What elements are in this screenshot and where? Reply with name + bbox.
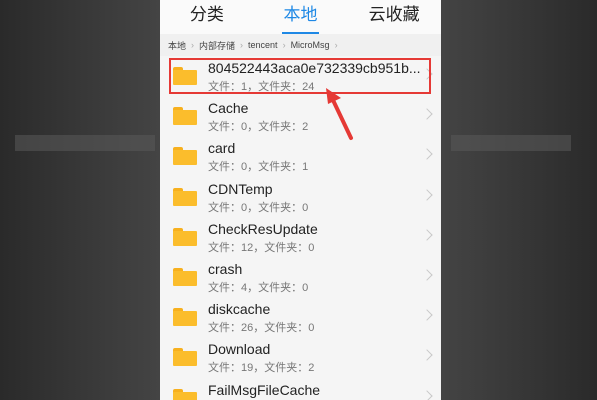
- chevron-right-icon: [421, 108, 433, 120]
- chevron-right-icon: [421, 269, 433, 281]
- folder-meta: 文件：4，文件夹：0: [208, 281, 309, 294]
- chevron-right-icon: [421, 148, 433, 161]
- folder-meta: 文件：19，文件夹：2: [208, 362, 315, 375]
- chevron-right-icon: ›: [191, 40, 195, 50]
- tab-local[interactable]: 本地: [254, 0, 348, 34]
- folder-name: Cache: [208, 100, 249, 117]
- chevron-right-icon: ›: [334, 40, 338, 50]
- folder-icon: [173, 147, 197, 166]
- folder-icon: [173, 308, 197, 327]
- folder-meta: 文件：0，文件夹：1: [208, 161, 309, 174]
- chevron-right-icon: [421, 229, 433, 241]
- folder-name: CDNTemp: [208, 180, 273, 197]
- folder-icon: [173, 187, 197, 206]
- chevron-right-icon: [421, 309, 433, 321]
- folder-name: diskcache: [208, 301, 271, 318]
- folder-meta: 文件：0，文件夹：2: [208, 121, 309, 134]
- blurred-background-right: [441, 0, 597, 400]
- breadcrumb: 本地 › 内部存储 › tencent › MicroMsg ›: [160, 34, 441, 56]
- folder-name: CheckResUpdate: [208, 220, 318, 237]
- folder-meta: 文件：12，文件夹：0: [208, 241, 315, 254]
- folder-icon: [173, 267, 197, 286]
- folder-name: card: [208, 140, 236, 157]
- chevron-right-icon: ›: [240, 40, 244, 50]
- breadcrumb-item-local[interactable]: 本地: [168, 39, 186, 52]
- breadcrumb-item-tencent[interactable]: tencent: [248, 40, 278, 50]
- folder-list: 804522443aca0e732339cb951b... 文件：1，文件夹：2…: [160, 56, 441, 400]
- folder-meta: 文件：0，文件夹：0: [208, 201, 309, 214]
- chevron-right-icon: ›: [282, 40, 286, 50]
- chevron-right-icon: [421, 389, 433, 400]
- folder-row[interactable]: FailMsgFileCache: [160, 378, 441, 400]
- folder-row[interactable]: CDNTemp 文件：0，文件夹：0: [160, 177, 441, 217]
- chevron-right-icon: [421, 188, 433, 201]
- folder-name: Download: [208, 341, 271, 358]
- folder-row[interactable]: 804522443aca0e732339cb951b... 文件：1，文件夹：2…: [160, 56, 441, 96]
- file-manager-screen: 分类 本地 云收藏 本地 › 内部存储 › tencent › MicroMsg…: [160, 0, 441, 400]
- folder-meta: 文件：26，文件夹：0: [208, 322, 315, 335]
- tab-bar: 分类 本地 云收藏: [160, 0, 441, 34]
- tab-cloud-favorites[interactable]: 云收藏: [347, 0, 441, 34]
- breadcrumb-item-micromsg[interactable]: MicroMsg: [291, 40, 330, 50]
- chevron-right-icon: [421, 349, 433, 361]
- folder-row[interactable]: card 文件：0，文件夹：1: [160, 136, 441, 176]
- folder-icon: [173, 388, 197, 400]
- blurred-text-bar: [15, 135, 155, 151]
- folder-row[interactable]: CheckResUpdate 文件：12，文件夹：0: [160, 217, 441, 257]
- folder-icon: [173, 107, 197, 126]
- blurred-background-left: [0, 0, 160, 400]
- highlight-box: [169, 58, 431, 94]
- folder-name: FailMsgFileCache: [208, 381, 321, 398]
- folder-icon: [173, 348, 197, 367]
- folder-row[interactable]: Download 文件：19，文件夹：2: [160, 337, 441, 377]
- folder-icon: [173, 227, 197, 246]
- folder-row[interactable]: Cache 文件：0，文件夹：2: [160, 96, 441, 136]
- folder-row[interactable]: diskcache 文件：26，文件夹：0: [160, 297, 441, 337]
- folder-name: crash: [208, 260, 243, 277]
- blurred-text-bar: [451, 135, 571, 151]
- breadcrumb-item-internal-storage[interactable]: 内部存储: [199, 39, 235, 52]
- folder-row[interactable]: crash 文件：4，文件夹：0: [160, 257, 441, 297]
- tab-category[interactable]: 分类: [160, 0, 254, 34]
